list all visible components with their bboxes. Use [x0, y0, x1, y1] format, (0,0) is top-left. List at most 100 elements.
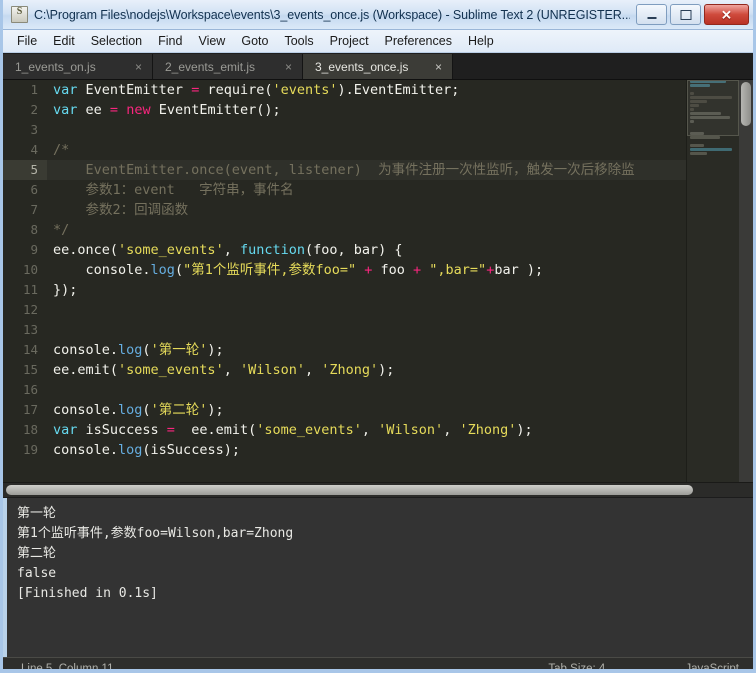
line-number: 6 [30, 182, 38, 197]
code-token: 'some_events' [256, 422, 362, 438]
close-button[interactable]: ✕ [704, 4, 749, 25]
tab-size-indicator[interactable]: Tab Size: 4 [548, 663, 645, 669]
code-line[interactable]: console.log('第二轮'); [47, 400, 753, 420]
code-line[interactable] [47, 320, 753, 340]
minimap-line [690, 136, 721, 139]
console-left-accent [3, 498, 7, 657]
minimap-line [690, 152, 707, 155]
menu-item-goto[interactable]: Goto [233, 32, 276, 50]
vertical-scroll-thumb[interactable] [741, 82, 751, 126]
editor-tab-1[interactable]: 1_events_on.js × [3, 54, 153, 79]
code-token: ee.emit( [53, 362, 119, 378]
code-token: log [118, 442, 143, 458]
code-token: 'Wilson' [239, 362, 305, 378]
menu-item-selection[interactable]: Selection [83, 32, 150, 50]
code-token: = [109, 102, 119, 118]
line-number: 4 [30, 142, 38, 157]
syntax-indicator[interactable]: JavaScript [685, 663, 739, 669]
line-number-gutter: 1 2 3 4 5 6 7 8 9 10 11 12 13 14 15 16 17 18 19 [3, 80, 47, 482]
code-content[interactable]: var EventEmitter = require('events').Eve… [47, 80, 753, 482]
code-line[interactable]: var ee = new EventEmitter(); [47, 100, 753, 120]
editor-tab-3[interactable]: 3_events_once.js × [303, 54, 453, 79]
code-line[interactable]: var EventEmitter = require('events').Eve… [47, 80, 753, 100]
window-title: C:\Program Files\nodejs\Workspace\events… [34, 7, 630, 22]
code-token: (isSuccess); [142, 442, 240, 458]
code-token: '第二轮' [150, 402, 208, 418]
code-token: , [223, 362, 240, 378]
line-number: 14 [22, 342, 38, 357]
code-token: var [53, 82, 78, 98]
code-token: + [404, 262, 430, 278]
cursor-position: Line 5, Column 11 [21, 663, 114, 673]
code-token: }); [53, 282, 78, 298]
menu-item-project[interactable]: Project [322, 32, 377, 50]
code-line[interactable]: EventEmitter.once(event, listener) 为事件注册… [47, 160, 753, 180]
tab-label: 1_events_on.js [15, 59, 96, 74]
output-line: false [17, 566, 57, 581]
horizontal-scrollbar[interactable] [3, 482, 753, 497]
code-token: console. [53, 402, 119, 418]
code-line[interactable]: */ [47, 220, 753, 240]
code-token: (foo, bar) { [305, 242, 403, 258]
code-token: EventEmitter(); [150, 102, 281, 118]
build-output-panel[interactable]: 第一轮 第1个监听事件,参数foo=Wilson,bar=Zhong 第二轮 fals… [3, 497, 753, 657]
code-token: 参数2：回调函数 [53, 202, 189, 218]
code-token: ",bar=" [429, 262, 487, 278]
code-editor[interactable]: 1 2 3 4 5 6 7 8 9 10 11 12 13 14 15 16 17 18 19 var EventE… [3, 80, 753, 482]
line-number: 18 [22, 422, 38, 437]
maximize-button[interactable] [670, 4, 701, 25]
line-number: 5 [3, 160, 47, 180]
horizontal-scroll-thumb[interactable] [6, 485, 693, 495]
code-line[interactable]: 参数1：event 字符串，事件名 [47, 180, 753, 200]
code-line[interactable]: console.log("第1个监听事件,参数foo=" + foo + ",b… [47, 260, 753, 280]
code-token: ).EventEmitter; [337, 82, 460, 98]
tab-close-icon[interactable]: × [435, 60, 442, 74]
menu-item-help[interactable]: Help [460, 32, 502, 50]
code-line[interactable]: console.log(isSuccess); [47, 440, 753, 460]
code-token: */ [53, 222, 70, 238]
code-line[interactable]: console.log('第一轮'); [47, 340, 753, 360]
tab-close-icon[interactable]: × [285, 60, 292, 74]
sublime-text-window: C:\Program Files\nodejs\Workspace\events… [0, 0, 756, 673]
menu-item-preferences[interactable]: Preferences [377, 32, 460, 50]
line-number: 12 [22, 302, 38, 317]
line-number: 19 [22, 442, 38, 457]
code-line[interactable]: ee.once('some_events', function(foo, bar… [47, 240, 753, 260]
code-token: 参数1：event 字符串，事件名 [53, 182, 294, 198]
code-token: isSuccess [77, 422, 167, 438]
menu-item-edit[interactable]: Edit [45, 32, 83, 50]
code-line[interactable]: }); [47, 280, 753, 300]
code-line[interactable]: ee.emit('some_events', 'Wilson', 'Zhong'… [47, 360, 753, 380]
menu-item-find[interactable]: Find [150, 32, 190, 50]
code-token: ( [174, 262, 184, 278]
code-token: var [53, 102, 78, 118]
code-token: 'some_events' [118, 362, 224, 378]
code-token: , [443, 422, 460, 438]
code-line[interactable]: 参数2：回调函数 [47, 200, 753, 220]
code-token: EventEmitter.once(event, listener) 为事件注册… [53, 162, 635, 178]
line-number: 7 [30, 202, 38, 217]
code-token: ee.once( [53, 242, 119, 258]
code-token: console. [53, 262, 151, 278]
code-line[interactable]: /* [47, 140, 753, 160]
minimap-viewport[interactable] [687, 80, 739, 136]
tab-close-icon[interactable]: × [135, 60, 142, 74]
menu-item-tools[interactable]: Tools [276, 32, 321, 50]
vertical-scrollbar[interactable] [739, 80, 753, 482]
code-token: ); [526, 262, 544, 278]
minimap-line [690, 144, 704, 147]
minimize-button[interactable] [636, 4, 667, 25]
code-line[interactable]: var isSuccess = ee.emit('some_events', '… [47, 420, 753, 440]
menu-item-file[interactable]: File [9, 32, 45, 50]
code-line[interactable] [47, 300, 753, 320]
code-line[interactable] [47, 120, 753, 140]
code-line[interactable] [47, 380, 753, 400]
code-token: 'Zhong' [321, 362, 379, 378]
menu-item-view[interactable]: View [190, 32, 233, 50]
minimap[interactable] [686, 80, 739, 482]
output-line: 第一轮 [17, 506, 57, 521]
sublime-app-icon [11, 6, 28, 23]
editor-tab-2[interactable]: 2_events_emit.js × [153, 54, 303, 79]
window-controls: ✕ [630, 4, 749, 25]
tab-bar: 1_events_on.js × 2_events_emit.js × 3_events… [3, 53, 753, 80]
